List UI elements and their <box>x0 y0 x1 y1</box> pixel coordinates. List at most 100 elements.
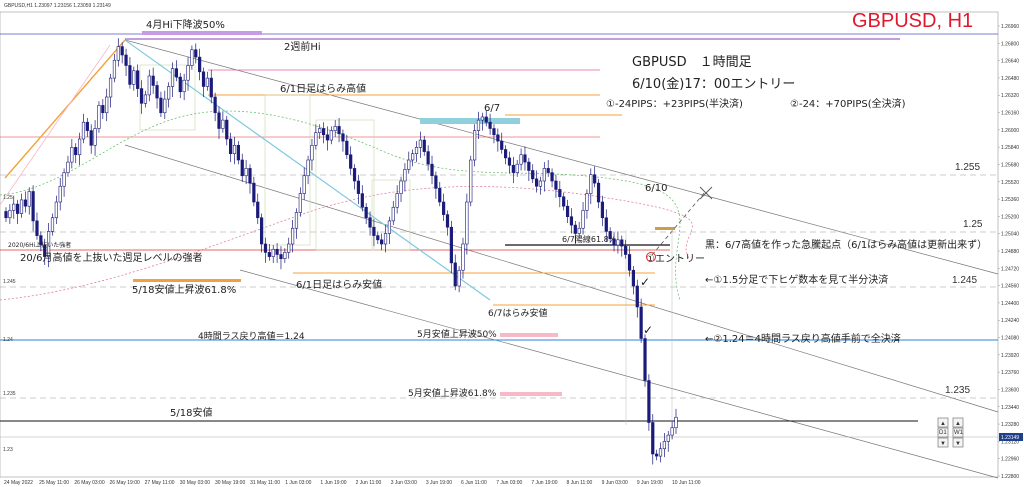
level-label-1245: 1.245 <box>952 275 977 286</box>
left-tick-123: 1.23 <box>3 447 13 453</box>
candle-bullish <box>108 77 113 98</box>
candle-bearish <box>647 380 651 423</box>
x-tick-label: 2 Jun 11:00 <box>356 480 382 486</box>
fib-zone-may18 <box>133 279 241 282</box>
candle-bullish <box>112 59 117 79</box>
y-tick-label: 1.24400 <box>1001 301 1019 307</box>
y-tick-label: 1.25840 <box>1001 145 1019 151</box>
y-tick-label: 1.25360 <box>1001 197 1019 203</box>
candle-bearish <box>635 285 639 308</box>
candle-bearish <box>252 182 256 203</box>
candle-bearish <box>434 175 438 189</box>
label-april-fib50: 4月Hi下降波50% <box>146 18 225 31</box>
candle-bearish <box>565 205 570 217</box>
candle-bullish <box>190 49 194 66</box>
y-tick-label: 1.24720 <box>1001 266 1019 272</box>
candle-bearish <box>503 149 508 159</box>
label-june7-harami-low: 6/7はらみ安値 <box>488 307 548 319</box>
x-tick-label: 31 May 11:00 <box>250 480 280 486</box>
y-tick-label: 1.25200 <box>1001 214 1019 220</box>
candle-bullish <box>163 98 167 114</box>
candle-bearish <box>35 220 39 236</box>
candle-bearish <box>558 189 562 198</box>
x-axis: 24 May 2022 25 May 11:00 26 May 03:00 26 Ma… <box>4 480 701 486</box>
level-label-125: 1.25 <box>963 219 983 230</box>
x-tick-label: 27 May 11:00 <box>145 480 175 486</box>
symbol-info: GBPUSD,H1 1.23097 1.23156 1.23059 1.2314… <box>4 3 111 9</box>
left-tick-1235: 1.235 <box>3 391 16 397</box>
candle-bearish <box>624 245 628 255</box>
candle-bullish <box>395 193 399 208</box>
candle-bullish <box>403 169 407 182</box>
candle-bearish <box>546 168 550 173</box>
candle-bullish <box>519 154 523 165</box>
candle-bearish <box>523 154 527 163</box>
candle-bearish <box>4 211 8 219</box>
y-tick-label: 1.26640 <box>1001 59 1019 65</box>
x-tick-label: 10 Jun 11:00 <box>672 480 701 486</box>
candle-bearish <box>178 76 182 93</box>
left-tick-124: 1.24 <box>3 337 13 343</box>
candle-bullish <box>66 161 70 173</box>
candle-bullish <box>383 233 388 245</box>
candle-bearish <box>562 196 566 207</box>
candle-bullish <box>12 203 16 211</box>
candle-bullish <box>674 416 678 429</box>
candle-bullish <box>542 168 546 182</box>
candle-bullish <box>515 163 519 173</box>
x-tick-label: 30 May 03:00 <box>180 480 211 486</box>
candle-bullish <box>658 448 663 457</box>
label-weekly-strong: 20/6月高値を上抜いた週足レベルの強者 <box>20 251 202 264</box>
candle-bullish <box>465 201 469 245</box>
candle-bearish <box>352 168 357 182</box>
candle-bearish <box>260 217 264 245</box>
candle-bearish <box>275 248 279 255</box>
candle-bullish <box>310 145 314 161</box>
y-tick-label: 1.26960 <box>1001 24 1019 30</box>
fib-zone-june7 <box>420 118 520 124</box>
y-tick-label: 1.23600 <box>1001 387 1019 393</box>
candle-bearish <box>345 140 349 156</box>
candle-bearish <box>341 133 345 142</box>
candle-bullish <box>143 94 148 104</box>
candle-bearish <box>430 163 434 177</box>
candle-bullish <box>407 159 411 170</box>
candle-bullish <box>473 130 477 161</box>
candle-bearish <box>372 226 376 236</box>
candle-bullish <box>387 220 392 234</box>
y-tick-label: 1.23280 <box>1001 422 1019 428</box>
label-june7: 6/7 <box>484 103 500 114</box>
candle-bearish <box>136 70 140 89</box>
y-tick-label: 1.26320 <box>1001 93 1019 99</box>
y-tick-label: 1.25520 <box>1001 180 1019 186</box>
candle-bearish <box>593 174 597 184</box>
label-may-fib50: 5月安値上昇波50% <box>417 328 497 340</box>
summary-trade-2: ②-24：+70PIPS(全決済) <box>790 97 906 110</box>
candle-bearish <box>500 140 504 150</box>
candle-bullish <box>19 199 24 214</box>
candle-bearish <box>85 121 89 131</box>
x-tick-label: 7 Jun 03:00 <box>496 480 522 486</box>
candle-bullish <box>70 147 74 163</box>
candle-bearish <box>527 161 531 171</box>
candle-bearish <box>380 239 384 245</box>
candle-bearish <box>655 453 659 457</box>
candle-bullish <box>58 185 62 203</box>
y-tick-label: 1.23760 <box>1001 370 1019 376</box>
x-tick-label: 8 Jun 11:00 <box>567 480 593 486</box>
candle-bearish <box>217 112 221 129</box>
candle-bearish <box>267 252 271 257</box>
candle-bearish <box>507 157 512 166</box>
candle-bearish <box>631 269 635 287</box>
candle-bearish <box>89 130 93 146</box>
candle-bullish <box>77 138 82 156</box>
candle-bullish <box>232 145 237 155</box>
chart-canvas[interactable]: 1.26960 1.26800 1.26640 1.26480 1.26320 1.261… <box>0 0 1024 487</box>
y-tick-label: 1.26480 <box>1001 76 1019 82</box>
y-tick-label: 1.23440 <box>1001 405 1019 411</box>
candle-bearish <box>155 85 159 99</box>
y-tick-label: 1.24240 <box>1001 318 1019 324</box>
x-tick-label: 6 Jun 11:00 <box>461 480 487 486</box>
candle-bullish <box>399 180 403 194</box>
x-tick-label: 9 Jun 03:00 <box>602 480 628 486</box>
